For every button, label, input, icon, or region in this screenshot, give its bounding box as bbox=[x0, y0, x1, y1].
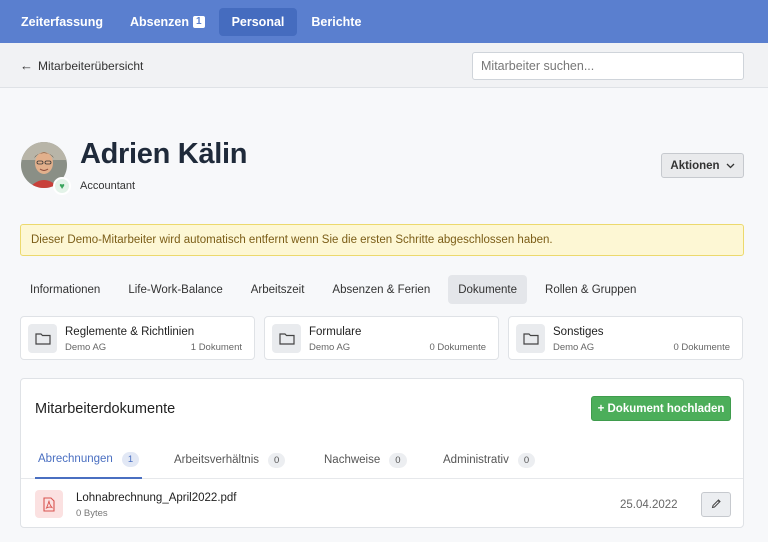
document-name[interactable]: Lohnabrechnung_April2022.pdf bbox=[76, 492, 237, 504]
arrow-left-icon: ← bbox=[20, 58, 33, 73]
folder-count: 1 Dokument bbox=[190, 342, 242, 353]
nav-item-label: Berichte bbox=[311, 14, 362, 29]
tab-nachweise[interactable]: Nachweise 0 bbox=[324, 441, 407, 479]
tab-arbeitszeit[interactable]: Arbeitszeit bbox=[241, 275, 315, 304]
sub-header-bar: ← Mitarbeiterübersicht bbox=[0, 43, 768, 88]
nav-item-label: Zeiterfassung bbox=[21, 14, 103, 29]
tab-life-work-balance[interactable]: Life-Work-Balance bbox=[118, 275, 232, 304]
pdf-file-icon bbox=[35, 490, 63, 518]
tab-informationen[interactable]: Informationen bbox=[20, 275, 110, 304]
count-badge: 0 bbox=[268, 452, 286, 468]
employee-search-input[interactable] bbox=[472, 52, 744, 80]
folder-title: Reglemente & Richtlinien bbox=[65, 326, 195, 338]
absenzen-count-badge: 1 bbox=[193, 15, 205, 28]
document-date: 25.04.2022 bbox=[620, 499, 678, 511]
folder-company: Demo AG bbox=[65, 342, 107, 353]
tab-label: Informationen bbox=[30, 283, 101, 296]
folder-card-formulare[interactable]: Formulare Demo AG 0 Dokumente bbox=[264, 316, 499, 360]
pencil-icon bbox=[711, 496, 722, 514]
actions-dropdown-button[interactable]: Aktionen bbox=[661, 153, 744, 178]
folder-title: Formulare bbox=[309, 326, 362, 338]
alert-text: Dieser Demo-Mitarbeiter wird automatisch… bbox=[31, 234, 553, 246]
actions-label: Aktionen bbox=[670, 159, 720, 172]
tab-arbeitsverhaeltnis[interactable]: Arbeitsverhältnis 0 bbox=[174, 441, 286, 479]
chevron-down-icon bbox=[726, 160, 735, 172]
folder-card-sonstiges[interactable]: Sonstiges Demo AG 0 Dokumente bbox=[508, 316, 743, 360]
folder-icon bbox=[516, 324, 545, 353]
count-badge: 0 bbox=[389, 452, 407, 468]
back-link[interactable]: ← Mitarbeiterübersicht bbox=[20, 58, 143, 73]
tab-label: Rollen & Gruppen bbox=[545, 283, 637, 296]
folder-count: 0 Dokumente bbox=[429, 342, 486, 353]
employee-documents-panel: Mitarbeiterdokumente + Dokument hochlade… bbox=[20, 378, 744, 528]
folder-company: Demo AG bbox=[309, 342, 351, 353]
demo-warning-alert: Dieser Demo-Mitarbeiter wird automatisch… bbox=[20, 224, 744, 256]
employee-name: Adrien Kälin bbox=[80, 138, 248, 170]
folder-icon bbox=[28, 324, 57, 353]
profile-tabs: Informationen Life-Work-Balance Arbeitsz… bbox=[20, 275, 654, 304]
tab-label: Arbeitsverhältnis bbox=[174, 454, 260, 466]
nav-item-label: Absenzen bbox=[129, 14, 190, 29]
nav-item-label: Personal bbox=[231, 14, 285, 29]
tab-label: Nachweise bbox=[324, 454, 381, 466]
folder-icon bbox=[272, 324, 301, 353]
folder-count: 0 Dokumente bbox=[673, 342, 730, 353]
nav-item-zeiterfassung[interactable]: Zeiterfassung bbox=[8, 8, 116, 36]
folder-card-reglemente[interactable]: Reglemente & Richtlinien Demo AG 1 Dokum… bbox=[20, 316, 255, 360]
tab-label: Arbeitszeit bbox=[250, 283, 305, 296]
count-badge: 0 bbox=[517, 452, 536, 468]
document-size: 0 Bytes bbox=[76, 508, 108, 519]
employee-role: Accountant bbox=[80, 180, 136, 192]
nav-item-personal[interactable]: Personal bbox=[218, 7, 298, 36]
tab-absenzen-ferien[interactable]: Absenzen & Ferien bbox=[322, 275, 440, 304]
folder-company: Demo AG bbox=[553, 342, 595, 353]
tab-label: Dokumente bbox=[458, 283, 518, 296]
panel-title: Mitarbeiterdokumente bbox=[35, 401, 176, 417]
tab-rollen-gruppen[interactable]: Rollen & Gruppen bbox=[535, 275, 646, 304]
nav-item-berichte[interactable]: Berichte bbox=[298, 8, 374, 36]
back-link-label: Mitarbeiterübersicht bbox=[38, 58, 144, 73]
tab-administrativ[interactable]: Administrativ 0 bbox=[443, 441, 536, 479]
heart-icon: ♥ bbox=[53, 177, 71, 195]
top-navigation: Zeiterfassung Absenzen 1 Personal Berich… bbox=[0, 0, 768, 43]
document-row[interactable]: Lohnabrechnung_April2022.pdf 0 Bytes 25.… bbox=[21, 480, 743, 527]
tab-label: Life-Work-Balance bbox=[128, 283, 223, 296]
upload-document-button[interactable]: + Dokument hochladen bbox=[591, 396, 731, 421]
nav-item-absenzen[interactable]: Absenzen 1 bbox=[117, 8, 218, 36]
folder-title: Sonstiges bbox=[553, 326, 604, 338]
document-category-tabs: Abrechnungen 1 Arbeitsverhältnis 0 Nachw… bbox=[21, 441, 743, 479]
tab-label: Administrativ bbox=[443, 454, 509, 466]
tab-label: Abrechnungen bbox=[38, 453, 113, 465]
tab-abrechnungen[interactable]: Abrechnungen 1 bbox=[35, 441, 143, 479]
edit-document-button[interactable] bbox=[701, 492, 731, 517]
count-badge: 1 bbox=[121, 451, 140, 467]
tab-dokumente[interactable]: Dokumente bbox=[448, 275, 528, 304]
tab-label: Absenzen & Ferien bbox=[332, 283, 431, 296]
